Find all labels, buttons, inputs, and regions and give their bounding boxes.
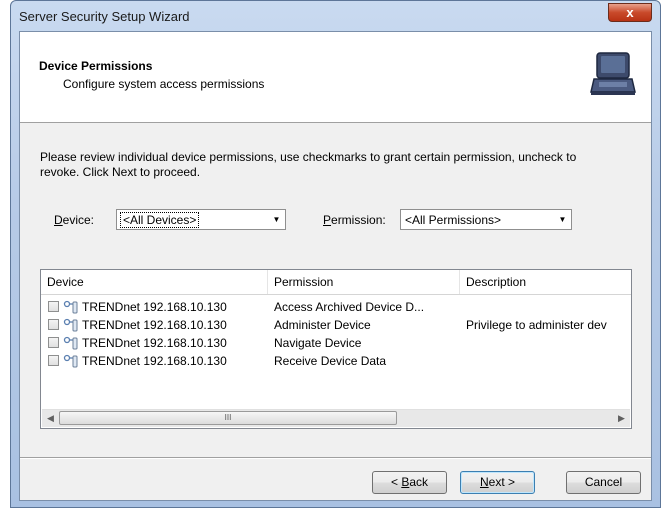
footer-divider [20,457,651,459]
device-icon [63,354,78,368]
device-filter-label: Device: [54,213,95,227]
device-name: TRENDnet 192.168.10.130 [82,318,227,332]
permission-filter-value: <All Permissions> [405,213,502,227]
device-filter-dropdown[interactable]: <All Devices> ▼ [116,209,286,230]
scrollbar-thumb[interactable]: III [59,411,397,425]
permission-filter-dropdown[interactable]: <All Permissions> ▼ [400,209,572,230]
title-bar[interactable]: Server Security Setup Wizard x [11,1,660,31]
close-icon: x [626,5,634,20]
permissions-list[interactable]: Device Permission Description TRENDnet 1… [40,269,632,429]
back-button[interactable]: < Back [372,471,447,494]
instructions-text: Please review individual device permissi… [40,150,577,179]
permission-name: Receive Device Data [274,354,387,368]
permission-checkbox[interactable] [48,355,59,366]
dialog-client-area: Device Permissions Configure system acce… [19,31,652,501]
scroll-right-icon[interactable]: ▶ [613,410,630,427]
page-subtitle: Configure system access permissions [63,77,265,91]
device-name: TRENDnet 192.168.10.130 [82,336,227,350]
device-icon [63,318,78,332]
permission-checkbox[interactable] [48,301,59,312]
device-icon [63,300,78,314]
next-button[interactable]: Next > [460,471,535,494]
window-title: Server Security Setup Wizard [19,9,190,24]
device-filter-value: <All Devices> [119,212,200,228]
list-item[interactable]: TRENDnet 192.168.10.130 Receive Device D… [41,352,631,370]
wizard-header: Device Permissions Configure system acce… [20,32,651,123]
list-item[interactable]: TRENDnet 192.168.10.130 Navigate Device [41,334,631,352]
permission-checkbox[interactable] [48,337,59,348]
permission-name: Navigate Device [274,336,362,350]
device-name: TRENDnet 192.168.10.130 [82,300,227,314]
page-title: Device Permissions [39,59,153,73]
horizontal-scrollbar[interactable]: ◀ III ▶ [42,409,630,427]
device-name: TRENDnet 192.168.10.130 [82,354,227,368]
scroll-left-icon[interactable]: ◀ [42,410,59,427]
wizard-window: Server Security Setup Wizard x Device Pe… [10,0,661,508]
list-item[interactable]: TRENDnet 192.168.10.130 Access Archived … [41,298,631,316]
close-button[interactable]: x [608,3,652,22]
column-header-device[interactable]: Device [41,270,268,294]
cancel-button[interactable]: Cancel [566,471,641,494]
permission-name: Access Archived Device D... [274,300,425,314]
permission-filter-label: Permission: [323,213,386,227]
grip-icon: III [224,413,232,422]
laptop-icon [590,52,636,95]
chevron-down-icon: ▼ [272,215,281,224]
column-header-description[interactable]: Description [460,270,631,294]
permission-checkbox[interactable] [48,319,59,330]
list-item[interactable]: TRENDnet 192.168.10.130 Administer Devic… [41,316,631,334]
permission-description: Privilege to administer dev [466,318,607,332]
column-header-permission[interactable]: Permission [268,270,460,294]
device-icon [63,336,78,350]
permission-name: Administer Device [274,318,371,332]
list-header: Device Permission Description [41,270,631,295]
chevron-down-icon: ▼ [558,215,567,224]
